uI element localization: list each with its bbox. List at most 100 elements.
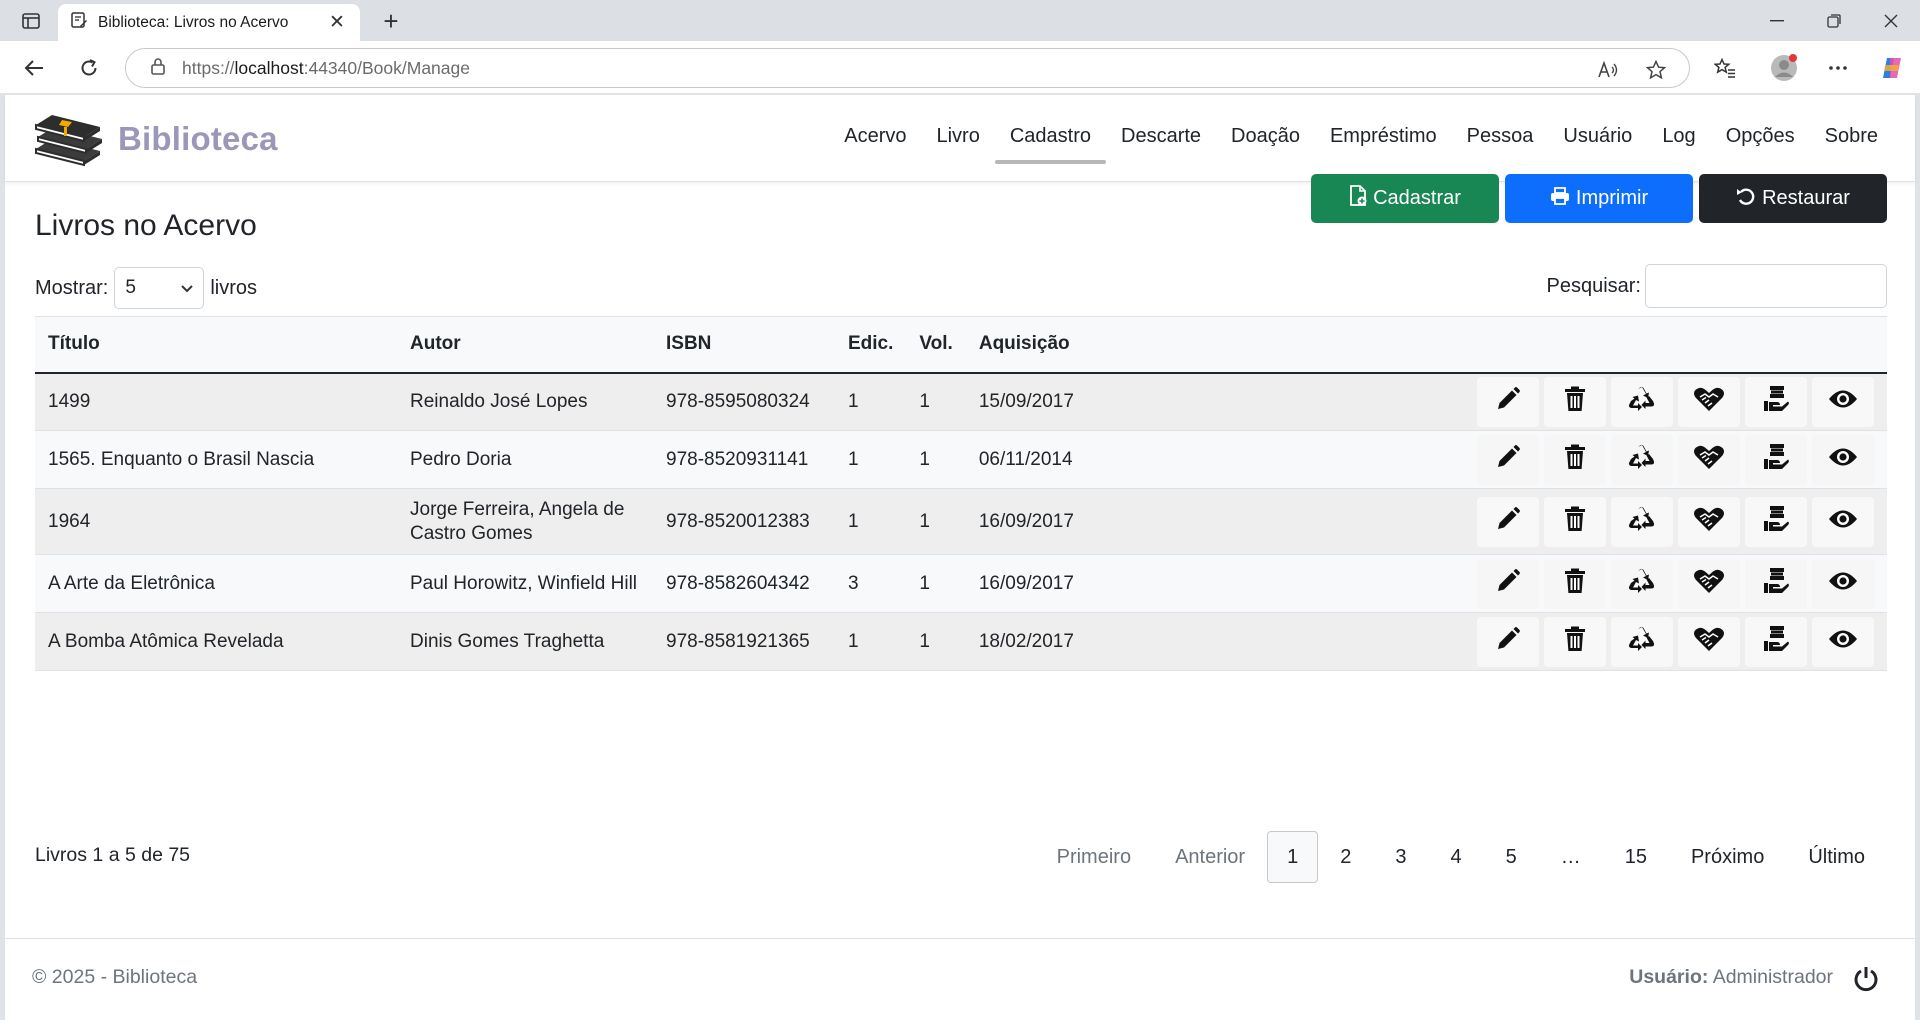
lend-button[interactable] xyxy=(1745,376,1807,427)
favorites-icon[interactable] xyxy=(1709,52,1741,84)
page-1[interactable]: 1 xyxy=(1267,831,1319,883)
page-last[interactable]: Último xyxy=(1786,831,1887,883)
view-button[interactable] xyxy=(1812,496,1874,547)
view-button[interactable] xyxy=(1812,616,1874,667)
col-isbn[interactable]: ISBN xyxy=(653,316,835,374)
donate-button[interactable] xyxy=(1678,558,1740,609)
page-next[interactable]: Próximo xyxy=(1669,831,1786,883)
lend-button[interactable] xyxy=(1745,558,1807,609)
lock-icon[interactable] xyxy=(150,57,166,80)
tab-close-icon[interactable]: ✕ xyxy=(326,12,348,34)
donate-button[interactable] xyxy=(1678,496,1740,547)
handshake-heart-icon xyxy=(1693,444,1725,476)
discard-button[interactable] xyxy=(1611,376,1673,427)
power-logout-icon[interactable] xyxy=(1850,963,1882,995)
new-tab-icon[interactable]: + xyxy=(376,6,406,36)
profile-avatar[interactable] xyxy=(1768,52,1800,84)
row-actions xyxy=(1139,376,1874,427)
close-window-icon[interactable] xyxy=(1864,6,1918,36)
nav-pessoa[interactable]: Pessoa xyxy=(1452,117,1549,158)
edit-button[interactable] xyxy=(1477,496,1539,547)
discard-button[interactable] xyxy=(1611,616,1673,667)
restore-button[interactable]: Restaurar xyxy=(1699,174,1887,223)
edit-button[interactable] xyxy=(1477,434,1539,485)
donate-button[interactable] xyxy=(1678,434,1740,485)
printer-icon xyxy=(1550,186,1570,211)
donate-button[interactable] xyxy=(1678,376,1740,427)
page-length-select[interactable]: 5 xyxy=(114,267,205,309)
user-name: Administrador xyxy=(1712,966,1833,988)
col-aquisicao[interactable]: Aquisição xyxy=(965,316,1126,374)
address-bar[interactable]: https://localhost:44340/Book/Manage xyxy=(125,48,1690,88)
nav-cadastro[interactable]: Cadastro xyxy=(994,117,1107,164)
discard-button[interactable] xyxy=(1611,434,1673,485)
nav-acervo[interactable]: Acervo xyxy=(829,117,921,158)
reload-icon[interactable] xyxy=(73,52,105,84)
lend-button[interactable] xyxy=(1745,434,1807,485)
edit-button[interactable] xyxy=(1477,616,1539,667)
page-5[interactable]: 5 xyxy=(1484,831,1539,883)
col-edic[interactable]: Edic. xyxy=(835,316,907,374)
delete-button[interactable] xyxy=(1544,376,1606,427)
page-3[interactable]: 3 xyxy=(1373,831,1428,883)
discard-button[interactable] xyxy=(1611,496,1673,547)
copyright: © 2025 - Biblioteca xyxy=(32,966,198,988)
delete-button[interactable] xyxy=(1544,434,1606,485)
sidebar-toggle-icon[interactable] xyxy=(14,8,48,34)
donate-button[interactable] xyxy=(1678,616,1740,667)
favorite-star-icon[interactable] xyxy=(1643,57,1669,83)
nav-usuario[interactable]: Usuário xyxy=(1548,117,1647,158)
lend-button[interactable] xyxy=(1745,616,1807,667)
restore-button-label: Restaurar xyxy=(1762,187,1850,209)
page-15[interactable]: 15 xyxy=(1603,831,1669,883)
view-button[interactable] xyxy=(1812,434,1874,485)
search-control: Pesquisar: xyxy=(1547,264,1887,308)
page-4[interactable]: 4 xyxy=(1428,831,1483,883)
nav-sobre[interactable]: Sobre xyxy=(1810,117,1893,158)
delete-button[interactable] xyxy=(1544,496,1606,547)
nav-doacao[interactable]: Doação xyxy=(1216,117,1315,158)
cell-actions xyxy=(1125,372,1887,431)
edit-button[interactable] xyxy=(1477,558,1539,609)
page-previous[interactable]: Anterior xyxy=(1153,831,1267,883)
read-aloud-icon[interactable] xyxy=(1595,57,1621,83)
url-text[interactable]: https://localhost:44340/Book/Manage xyxy=(182,58,470,79)
page-first[interactable]: Primeiro xyxy=(1035,831,1153,883)
eye-icon xyxy=(1828,508,1858,536)
view-button[interactable] xyxy=(1812,558,1874,609)
minimize-icon[interactable] xyxy=(1750,6,1804,36)
back-icon[interactable] xyxy=(18,52,50,84)
cell-isbn: 978-8581921365 xyxy=(653,612,835,671)
browser-tab[interactable]: Biblioteca: Livros no Acervo ✕ xyxy=(58,4,360,41)
lend-button[interactable] xyxy=(1745,496,1807,547)
delete-button[interactable] xyxy=(1544,558,1606,609)
copilot-icon[interactable] xyxy=(1876,52,1908,84)
restore-window-icon[interactable] xyxy=(1807,6,1861,36)
col-titulo[interactable]: Título xyxy=(35,316,397,374)
page-2[interactable]: 2 xyxy=(1318,831,1373,883)
web-page: Biblioteca Acervo Livro Cadastro Descart… xyxy=(5,95,1915,1020)
search-input[interactable] xyxy=(1645,264,1887,308)
url-host: localhost xyxy=(234,57,304,78)
more-options-icon[interactable] xyxy=(1822,52,1854,84)
row-actions xyxy=(1139,496,1874,547)
hand-holding-book-icon xyxy=(1762,443,1790,477)
nav-log[interactable]: Log xyxy=(1647,117,1710,158)
edit-button[interactable] xyxy=(1477,376,1539,427)
view-button[interactable] xyxy=(1812,376,1874,427)
brand[interactable]: Biblioteca xyxy=(32,105,278,172)
nav-livro[interactable]: Livro xyxy=(921,117,994,158)
nav-opcoes[interactable]: Opções xyxy=(1711,117,1810,158)
delete-button[interactable] xyxy=(1544,616,1606,667)
url-scheme: https:// xyxy=(182,57,235,78)
print-button[interactable]: Imprimir xyxy=(1505,174,1693,223)
nav-emprestimo[interactable]: Empréstimo xyxy=(1315,117,1452,158)
col-autor[interactable]: Autor xyxy=(397,316,653,374)
col-vol[interactable]: Vol. xyxy=(906,316,966,374)
cell-edic: 1 xyxy=(835,430,907,489)
nav-descarte[interactable]: Descarte xyxy=(1106,117,1216,158)
register-button[interactable]: Cadastrar xyxy=(1311,174,1499,223)
discard-button[interactable] xyxy=(1611,558,1673,609)
cell-edic: 3 xyxy=(835,554,907,613)
table-row: 1565. Enquanto o Brasil Nascia Pedro Dori… xyxy=(35,430,1887,489)
